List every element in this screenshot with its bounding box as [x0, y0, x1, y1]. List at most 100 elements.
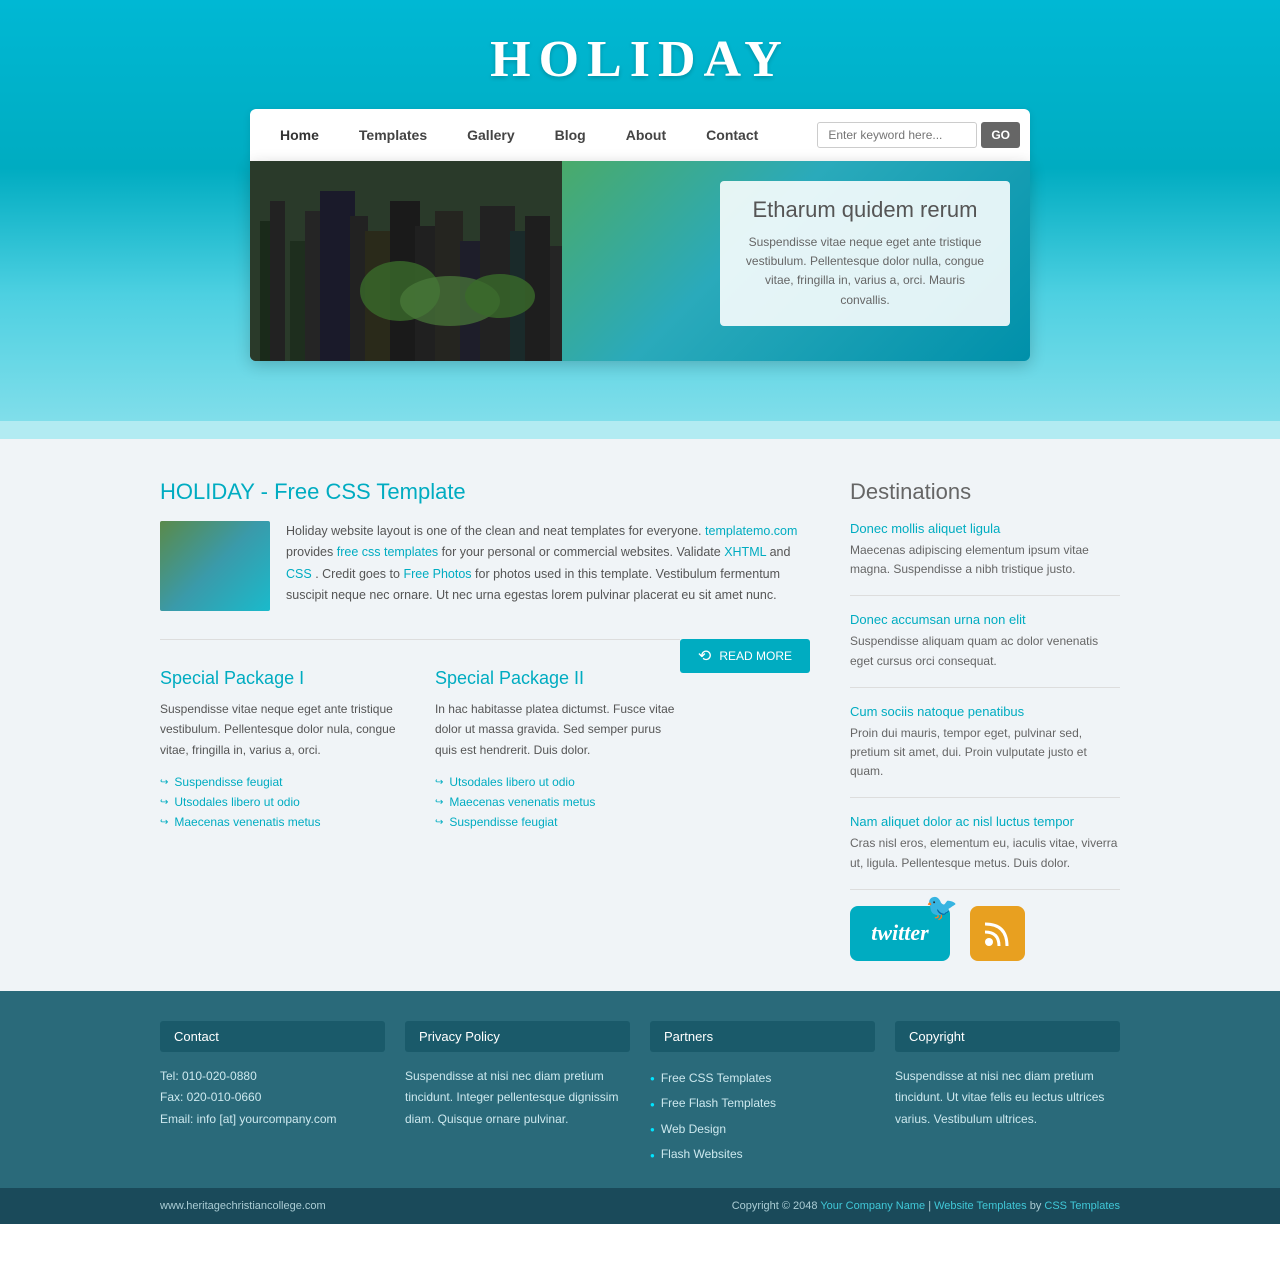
about-text-5: . Credit goes to	[315, 567, 403, 581]
partner-4: Flash Websites	[650, 1142, 875, 1168]
twitter-label: twitter	[871, 920, 928, 946]
read-more-button[interactable]: ⟲ READ MORE	[680, 639, 810, 673]
dest-1-title: Donec mollis aliquet ligula	[850, 521, 1120, 536]
footer-privacy-text: Suspendisse at nisi nec diam pretium tin…	[405, 1066, 630, 1131]
read-more-icon: ⟲	[698, 646, 711, 666]
footer-copyright: Copyright Suspendisse at nisi nec diam p…	[895, 1021, 1120, 1168]
twitter-bird: 🐦	[926, 892, 958, 923]
hero-area: HOLIDAY Home Templates Gallery Blog Abou…	[0, 0, 1280, 421]
about-image	[160, 521, 270, 611]
nav-container: Home Templates Gallery Blog About Contac…	[250, 109, 1030, 161]
dest-1-text: Maecenas adipiscing elementum ipsum vita…	[850, 541, 1120, 579]
twitter-icon[interactable]: twitter 🐦	[850, 906, 950, 961]
footer-contact: Contact Tel: 010-020-0880 Fax: 020-010-0…	[160, 1021, 385, 1168]
search-input[interactable]	[817, 122, 977, 148]
partner-3: Web Design	[650, 1117, 875, 1143]
nav-search: GO	[817, 122, 1020, 148]
website-templates-link[interactable]: Website Templates	[934, 1200, 1027, 1212]
main-content: HOLIDAY - Free CSS Template Holiday webs…	[0, 439, 1280, 991]
css-link[interactable]: CSS	[286, 567, 312, 581]
about-text-1: Holiday website layout is one of the cle…	[286, 524, 702, 538]
search-button[interactable]: GO	[981, 122, 1020, 148]
partner-1: Free CSS Templates	[650, 1066, 875, 1092]
package1-item-1: Suspendisse feugiat	[160, 772, 405, 792]
package2-text: In hac habitasse platea dictumst. Fusce …	[435, 699, 680, 760]
separator	[0, 421, 1280, 439]
hero-bg: Etharum quidem rerum Suspendisse vitae n…	[250, 161, 1030, 361]
nav-links: Home Templates Gallery Blog About Contac…	[260, 109, 817, 161]
footer-copy-text: Copyright © 2048 Your Company Name | Web…	[732, 1200, 1120, 1212]
about-text: Holiday website layout is one of the cle…	[286, 521, 810, 611]
hero-image: Etharum quidem rerum Suspendisse vitae n…	[250, 161, 1030, 361]
left-column: HOLIDAY - Free CSS Template Holiday webs…	[160, 479, 810, 961]
xhtml-link[interactable]: XHTML	[724, 545, 766, 559]
free-photos-link[interactable]: Free Photos	[403, 567, 471, 581]
package1-text: Suspendisse vitae neque eget ante tristi…	[160, 699, 405, 760]
footer-privacy: Privacy Policy Suspendisse at nisi nec d…	[405, 1021, 630, 1168]
free-css-templates-link[interactable]: Free CSS Templates	[661, 1068, 772, 1090]
nav-templates[interactable]: Templates	[339, 109, 447, 161]
company-name-link[interactable]: Your Company Name	[820, 1200, 925, 1212]
dest-4-text: Cras nisl eros, elementum eu, iaculis vi…	[850, 834, 1120, 872]
footer-copyright-title: Copyright	[895, 1021, 1120, 1052]
footer-partners-title: Partners	[650, 1021, 875, 1052]
package1-item-2: Utsodales libero ut odio	[160, 792, 405, 812]
hero-wrapper: Etharum quidem rerum Suspendisse vitae n…	[250, 161, 1030, 361]
package-2: Special Package II In hac habitasse plat…	[435, 668, 680, 832]
nav-blog[interactable]: Blog	[535, 109, 606, 161]
footer-contact-tel: Tel: 010-020-0880	[160, 1066, 385, 1088]
read-more-label: READ MORE	[719, 649, 792, 663]
footer-contact-email: Email: info [at] yourcompany.com	[160, 1109, 385, 1131]
templatemo-link[interactable]: templatemo.com	[705, 524, 797, 538]
free-flash-templates-link[interactable]: Free Flash Templates	[661, 1093, 776, 1115]
dest-3-text: Proin dui mauris, tempor eget, pulvinar …	[850, 724, 1120, 782]
footer-inner: Contact Tel: 010-020-0880 Fax: 020-010-0…	[160, 1021, 1120, 1188]
package1-title: Special Package I	[160, 668, 405, 689]
footer-privacy-title: Privacy Policy	[405, 1021, 630, 1052]
nav-contact[interactable]: Contact	[686, 109, 778, 161]
divider	[160, 639, 680, 640]
dest-2-title: Donec accumsan urna non elit	[850, 612, 1120, 627]
free-css-link[interactable]: free css templates	[337, 545, 438, 559]
packages: Special Package I Suspendisse vitae nequ…	[160, 668, 680, 832]
rss-icon[interactable]	[970, 906, 1025, 961]
footer-contact-fax: Fax: 020-010-0660	[160, 1087, 385, 1109]
dest-item-4: Nam aliquet dolor ac nisl luctus tempor …	[850, 814, 1120, 889]
hero-body: Suspendisse vitae neque eget ante tristi…	[740, 233, 990, 310]
package1-list: Suspendisse feugiat Utsodales libero ut …	[160, 772, 405, 832]
footer-website: www.heritagechristiancollege.com	[160, 1200, 326, 1212]
social-icons: twitter 🐦	[850, 906, 1120, 961]
dest-item-3: Cum sociis natoque penatibus Proin dui m…	[850, 704, 1120, 799]
nav-about[interactable]: About	[606, 109, 686, 161]
footer-bottom-inner: www.heritagechristiancollege.com Copyrig…	[160, 1200, 1120, 1212]
about-text-3: for your personal or commercial websites…	[442, 545, 725, 559]
flash-websites-link[interactable]: Flash Websites	[661, 1144, 743, 1166]
site-title-wrap: HOLIDAY	[0, 30, 1280, 89]
footer-bottom: www.heritagechristiancollege.com Copyrig…	[0, 1188, 1280, 1224]
about-text-2: provides	[286, 545, 337, 559]
package2-item-2: Maecenas venenatis metus	[435, 792, 680, 812]
content-wrap: HOLIDAY - Free CSS Template Holiday webs…	[160, 479, 1120, 961]
hero-title: Etharum quidem rerum	[740, 197, 990, 223]
footer-partners-list: Free CSS Templates Free Flash Templates …	[650, 1066, 875, 1168]
dest-4-title: Nam aliquet dolor ac nisl luctus tempor	[850, 814, 1120, 829]
about-title: HOLIDAY - Free CSS Template	[160, 479, 810, 505]
package2-item-3: Suspendisse feugiat	[435, 812, 680, 832]
dest-item-2: Donec accumsan urna non elit Suspendisse…	[850, 612, 1120, 687]
dest-2-text: Suspendisse aliquam quam ac dolor venena…	[850, 632, 1120, 670]
about-text-4: and	[770, 545, 791, 559]
package2-list: Utsodales libero ut odio Maecenas venena…	[435, 772, 680, 832]
package-1: Special Package I Suspendisse vitae nequ…	[160, 668, 405, 832]
partner-2: Free Flash Templates	[650, 1091, 875, 1117]
site-title: HOLIDAY	[0, 30, 1280, 89]
nav-home[interactable]: Home	[260, 109, 339, 161]
css-templates-link[interactable]: CSS Templates	[1044, 1200, 1120, 1212]
about-block: Holiday website layout is one of the cle…	[160, 521, 810, 611]
footer-copyright-text: Suspendisse at nisi nec diam pretium tin…	[895, 1066, 1120, 1131]
nav-gallery[interactable]: Gallery	[447, 109, 534, 161]
web-design-link[interactable]: Web Design	[661, 1119, 726, 1141]
footer-partners: Partners Free CSS Templates Free Flash T…	[650, 1021, 875, 1168]
right-column: Destinations Donec mollis aliquet ligula…	[850, 479, 1120, 961]
dest-3-title: Cum sociis natoque penatibus	[850, 704, 1120, 719]
dest-item-1: Donec mollis aliquet ligula Maecenas adi…	[850, 521, 1120, 596]
